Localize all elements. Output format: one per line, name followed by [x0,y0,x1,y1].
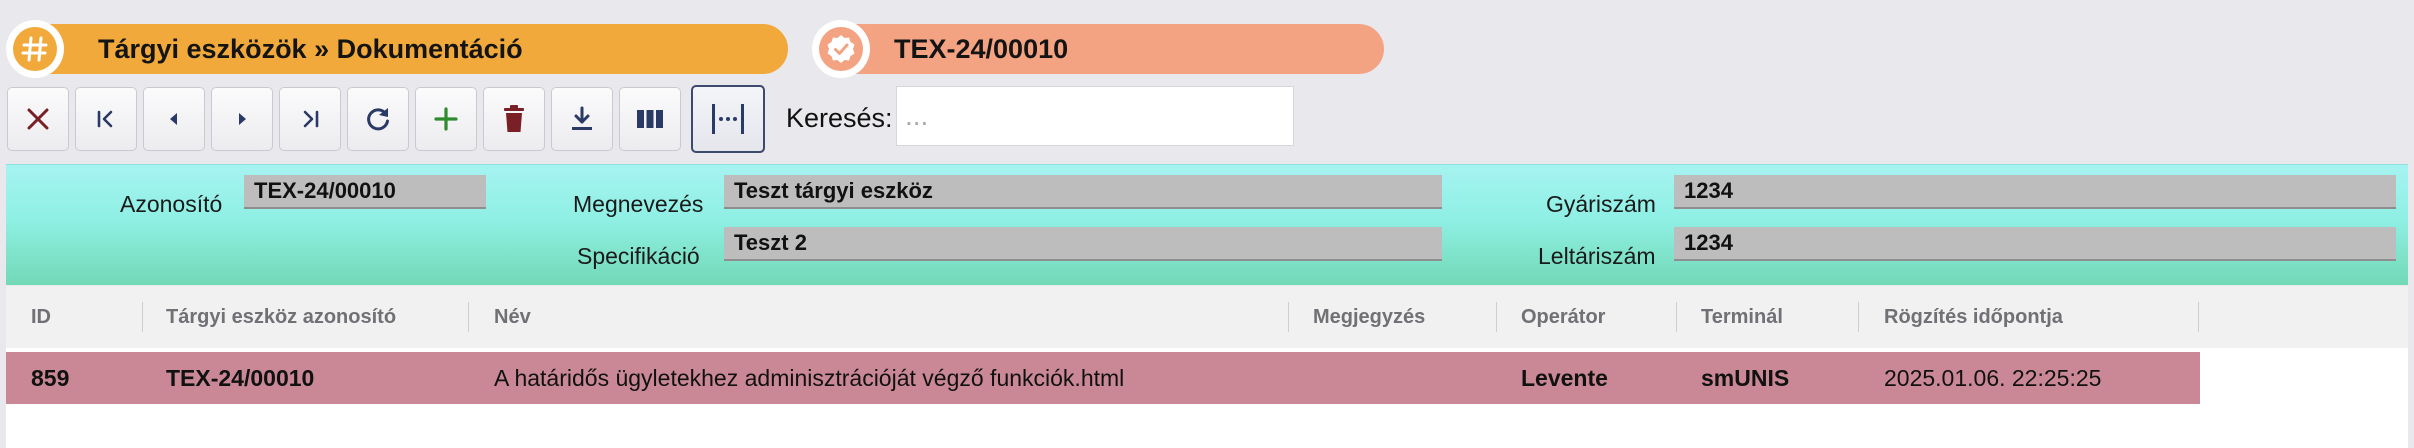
column-header-terminal[interactable]: Terminál [1701,286,1783,348]
column-header-timestamp[interactable]: Rögzítés időpontja [1884,286,2063,348]
download-button[interactable] [551,87,613,151]
column-width-icon [712,104,744,134]
download-icon [572,106,592,130]
search-input[interactable] [896,86,1294,146]
columns-button[interactable] [619,87,681,151]
column-header-asset-id[interactable]: Tárgyi eszköz azonosító [166,286,396,348]
gyariszam-field[interactable]: 1234 [1674,175,2396,209]
first-icon [97,110,113,128]
record-form: Azonosító TEX-24/00010 Megnevezés Teszt … [6,164,2408,285]
azonosito-field[interactable]: TEX-24/00010 [244,175,486,209]
column-header-note[interactable]: Megjegyzés [1313,286,1425,348]
hash-icon [6,20,64,78]
gyariszam-label: Gyáriszám [1546,191,1656,217]
last-record-button[interactable] [279,87,341,151]
close-icon [27,108,49,130]
previous-icon [170,113,177,125]
table-row[interactable]: 859 TEX-24/00010 A határidős ügyletekhez… [6,352,2200,404]
cell-asset-id: TEX-24/00010 [166,365,315,391]
leltariszam-field[interactable]: 1234 [1674,227,2396,261]
megnevezes-field[interactable]: Teszt tárgyi eszköz [724,175,1442,209]
column-width-button[interactable] [691,85,765,153]
cell-id: 859 [31,365,70,391]
next-record-button[interactable] [211,87,273,151]
refresh-button[interactable] [347,87,409,151]
cell-name: A határidős ügyletekhez adminisztrációjá… [494,365,1125,391]
specifikacio-label: Specifikáció [577,243,700,269]
specifikacio-field[interactable]: Teszt 2 [724,227,1442,261]
next-icon [239,113,246,125]
leltariszam-label: Leltáriszám [1538,243,1656,269]
module-title: Tárgyi eszközök » Dokumentáció [98,33,523,64]
column-header-name[interactable]: Név [494,286,531,348]
refresh-icon [367,108,389,131]
plus-icon [434,107,458,131]
previous-record-button[interactable] [143,87,205,151]
trash-icon [504,105,524,132]
first-record-button[interactable] [75,87,137,151]
toolbar [7,85,771,153]
cell-operator: Levente [1521,365,1608,391]
cell-terminal: smUNIS [1701,365,1790,391]
table-header: ID Tárgyi eszköz azonosító Név Megjegyzé… [6,286,2408,348]
column-header-operator[interactable]: Operátor [1521,286,1605,348]
azonosito-label: Azonosító [120,191,223,217]
cell-timestamp: 2025.01.06. 22:25:25 [1884,365,2102,391]
megnevezes-label: Megnevezés [573,191,704,217]
last-icon [303,110,319,128]
column-header-id[interactable]: ID [31,286,51,348]
close-button[interactable] [7,87,69,151]
verified-badge-icon [812,20,870,78]
search-label: Keresés: [786,103,893,133]
module-title-pill: Tárgyi eszközök » Dokumentáció [6,20,788,78]
add-button[interactable] [415,87,477,151]
columns-icon [637,110,663,128]
documents-table: ID Tárgyi eszköz azonosító Név Megjegyzé… [6,286,2408,448]
record-title: TEX-24/00010 [894,33,1069,64]
delete-button[interactable] [483,87,545,151]
record-title-pill: TEX-24/00010 [812,20,1384,78]
